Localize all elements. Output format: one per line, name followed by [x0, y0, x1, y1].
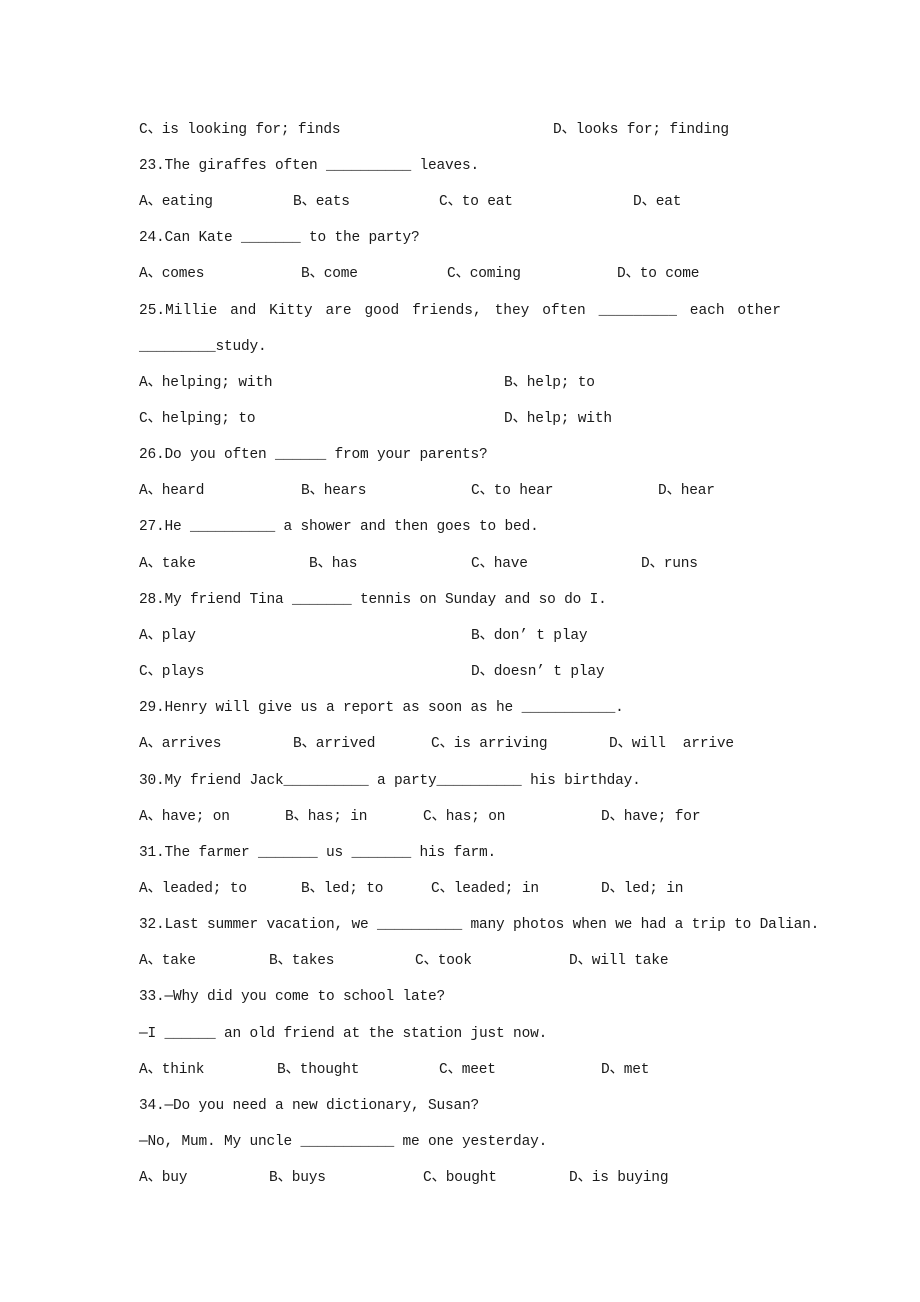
option-c: C、bought	[423, 1170, 497, 1186]
option-c: C、took	[415, 953, 472, 969]
option-c: C、leaded; in	[431, 881, 539, 897]
option-a: A、take	[139, 953, 196, 969]
option-d: D、will arrive	[609, 736, 734, 752]
question-34-stem: 34.—Do you need a new dictionary, Susan?	[139, 1098, 480, 1114]
stem-word: are	[325, 303, 352, 319]
answer-blank: _________	[598, 303, 677, 319]
option-c: C、is arriving	[431, 736, 548, 752]
question-28-stem: 28.My friend Tina _______ tennis on Sund…	[139, 592, 607, 608]
option-d: D、runs	[641, 556, 698, 572]
stem-word: other	[737, 303, 781, 319]
option-b: B、led; to	[301, 881, 384, 897]
question-25-stem: 25.Millie and Kitty are good friends, th…	[139, 302, 781, 320]
question-32-stem: 32.Last summer vacation, we __________ m…	[139, 917, 820, 933]
question-27-stem: 27.He __________ a shower and then goes …	[139, 519, 539, 535]
option-a: A、comes	[139, 266, 205, 282]
option-b: B、hears	[301, 483, 367, 499]
option-d: D、doesn’ t play	[471, 664, 605, 680]
option-a: A、buy	[139, 1170, 188, 1186]
stem-word: they	[494, 303, 530, 319]
option-d: D、hear	[658, 483, 715, 499]
option-b: B、has	[309, 556, 358, 572]
option-d: D、is buying	[569, 1170, 669, 1186]
question-23-stem: 23.The giraffes often __________ leaves.	[139, 158, 480, 174]
option-c: C、to eat	[439, 194, 513, 210]
option-b: B、help; to	[504, 375, 595, 391]
option-a: A、play	[139, 628, 196, 644]
exam-page: C、is looking for; finds D、looks for; fin…	[0, 0, 920, 1302]
option-a: A、arrives	[139, 736, 222, 752]
option-b: B、arrived	[293, 736, 376, 752]
option-b: B、come	[301, 266, 358, 282]
option-a: A、heard	[139, 483, 205, 499]
stem-word: Kitty	[269, 303, 313, 319]
option-b: B、don’ t play	[471, 628, 588, 644]
option-d: D、led; in	[601, 881, 684, 897]
option-d: D、help; with	[504, 411, 612, 427]
option-a: A、take	[139, 556, 196, 572]
question-33-stem-line2: —I ______ an old friend at the station j…	[139, 1026, 548, 1042]
stem-word: good	[364, 303, 400, 319]
option-d: D、to come	[617, 266, 700, 282]
option-d: D、met	[601, 1062, 650, 1078]
option-b: B、has; in	[285, 809, 368, 825]
option-d: D、will take	[569, 953, 669, 969]
option-d: D、have; for	[601, 809, 701, 825]
option-c: C、helping; to	[139, 411, 256, 427]
option-a: A、leaded; to	[139, 881, 247, 897]
question-34-stem-line2: —No, Mum. My uncle ___________ me one ye…	[139, 1134, 548, 1150]
stem-word: often	[542, 303, 586, 319]
stem-word: each	[689, 303, 725, 319]
option-d-q22: D、looks for; finding	[553, 122, 729, 138]
stem-word: 25.Millie	[139, 303, 218, 319]
question-24-stem: 24.Can Kate _______ to the party?	[139, 230, 420, 246]
option-a: A、helping; with	[139, 375, 273, 391]
option-c-q22: C、is looking for; finds	[139, 122, 341, 138]
option-b: B、takes	[269, 953, 335, 969]
question-31-stem: 31.The farmer _______ us _______ his far…	[139, 845, 497, 861]
question-29-stem: 29.Henry will give us a report as soon a…	[139, 700, 624, 716]
option-c: C、coming	[447, 266, 521, 282]
option-c: C、have	[471, 556, 528, 572]
question-25-stem-line2: _________study.	[139, 339, 267, 355]
option-a: A、think	[139, 1062, 205, 1078]
option-b: B、eats	[293, 194, 350, 210]
option-c: C、plays	[139, 664, 205, 680]
question-26-stem: 26.Do you often ______ from your parents…	[139, 447, 488, 463]
stem-word: and	[230, 303, 257, 319]
option-a: A、have; on	[139, 809, 230, 825]
question-30-stem: 30.My friend Jack__________ a party_____…	[139, 773, 641, 789]
stem-word: friends,	[412, 303, 482, 319]
option-d: D、eat	[633, 194, 682, 210]
option-c: C、has; on	[423, 809, 506, 825]
question-33-stem: 33.—Why did you come to school late?	[139, 989, 446, 1005]
option-c: C、to hear	[471, 483, 554, 499]
option-c: C、meet	[439, 1062, 496, 1078]
option-b: B、thought	[277, 1062, 360, 1078]
option-b: B、buys	[269, 1170, 326, 1186]
option-a: A、eating	[139, 194, 213, 210]
